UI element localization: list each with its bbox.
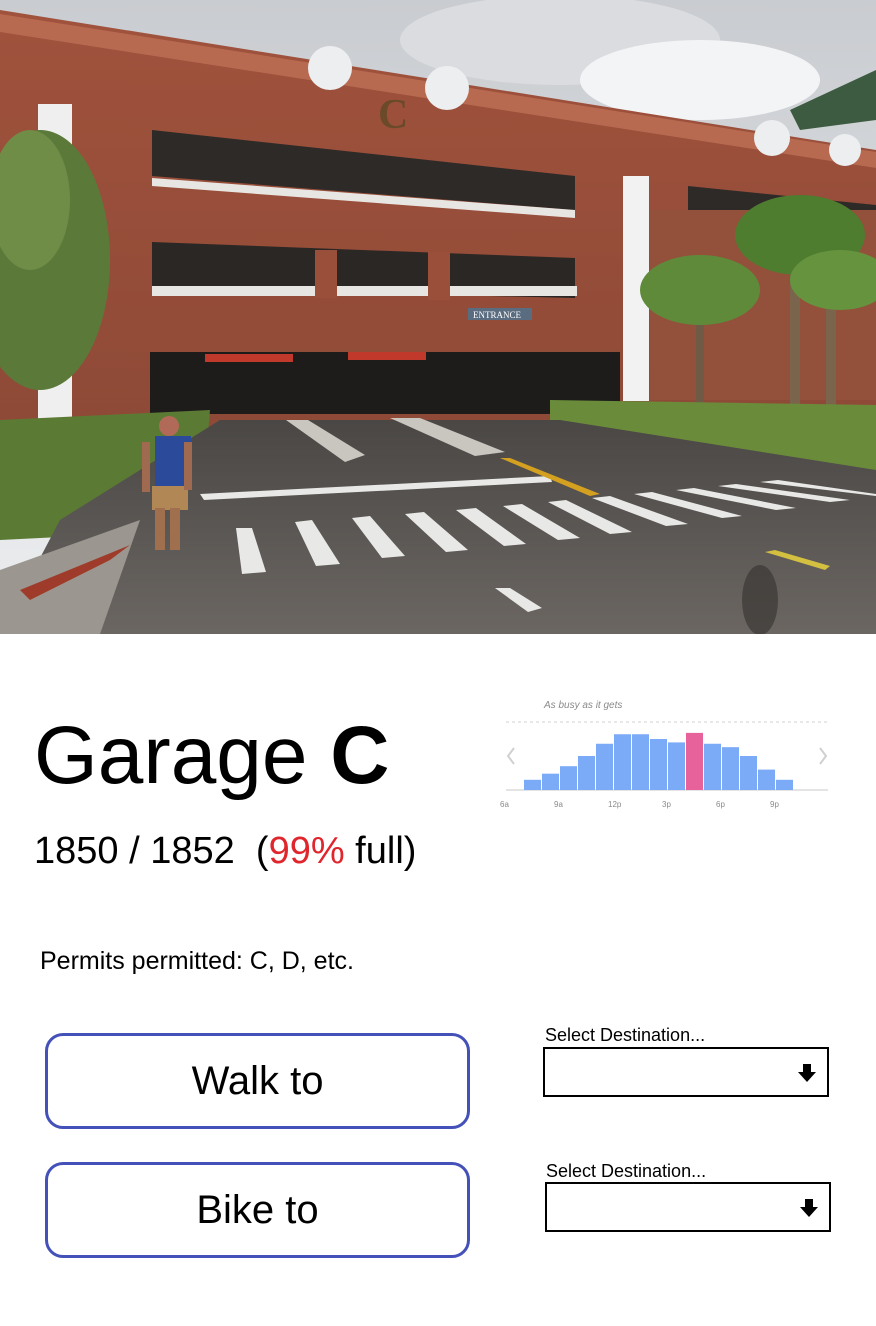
hour-tick-label: 9a xyxy=(554,800,563,809)
hour-bar xyxy=(776,779,793,790)
bike-destination-select[interactable] xyxy=(545,1182,831,1232)
chart-next-arrow[interactable] xyxy=(819,747,828,765)
hour-bar xyxy=(650,739,667,790)
entrance-sign: ENTRANCE xyxy=(473,310,521,320)
hour-bar xyxy=(722,747,739,790)
walk-destination-select[interactable] xyxy=(543,1047,829,1097)
hour-bar xyxy=(704,743,721,790)
garage-sign-letter: C xyxy=(378,92,408,138)
hour-bar xyxy=(560,766,577,790)
walk-to-button[interactable]: Walk to xyxy=(45,1033,470,1129)
hour-bar xyxy=(578,756,595,790)
hour-tick-label: 12p xyxy=(608,800,622,809)
garage-photo: C ENTRANCE xyxy=(0,0,876,634)
full-suffix: full) xyxy=(344,830,417,872)
garage-title-letter: C xyxy=(330,710,390,801)
open-paren: ( xyxy=(234,830,269,872)
hour-bar xyxy=(524,779,541,790)
down-arrow-icon xyxy=(798,1064,816,1082)
total-capacity: 1852 xyxy=(150,830,235,872)
percent-full: 99% xyxy=(268,830,345,872)
hour-tick-label: 3p xyxy=(662,800,671,809)
popular-times-chart: As busy as it gets 6a 9a 12p 3p 6p 9p xyxy=(500,700,828,809)
bike-destination-label: Select Destination... xyxy=(546,1161,707,1181)
hour-bar xyxy=(758,769,775,790)
garage-title-prefix: Garage xyxy=(34,710,331,801)
hour-bar xyxy=(596,743,613,790)
hour-bar xyxy=(740,756,757,790)
occupancy-readout: 1850 / 1852 (99% full) xyxy=(34,826,416,876)
hour-bar xyxy=(632,734,649,790)
bike-to-button[interactable]: Bike to xyxy=(45,1162,470,1258)
chart-prev-arrow[interactable] xyxy=(506,747,515,765)
hour-bar xyxy=(542,773,559,790)
hour-bar xyxy=(668,742,685,790)
walk-destination-label: Select Destination... xyxy=(545,1025,706,1045)
occupancy-separator: / xyxy=(118,830,151,872)
hour-tick-label: 6p xyxy=(716,800,725,809)
chart-title: As busy as it gets xyxy=(543,700,622,711)
garage-title: Garage C xyxy=(34,706,390,806)
hour-bar xyxy=(614,734,631,790)
current-hour-bar xyxy=(686,732,703,790)
occupied-spots: 1850 xyxy=(34,830,119,872)
hour-tick-label: 9p xyxy=(770,800,779,809)
permits-text: Permits permitted: C, D, etc. xyxy=(40,947,354,975)
down-arrow-icon xyxy=(800,1199,818,1217)
hour-tick-label: 6a xyxy=(500,800,509,809)
